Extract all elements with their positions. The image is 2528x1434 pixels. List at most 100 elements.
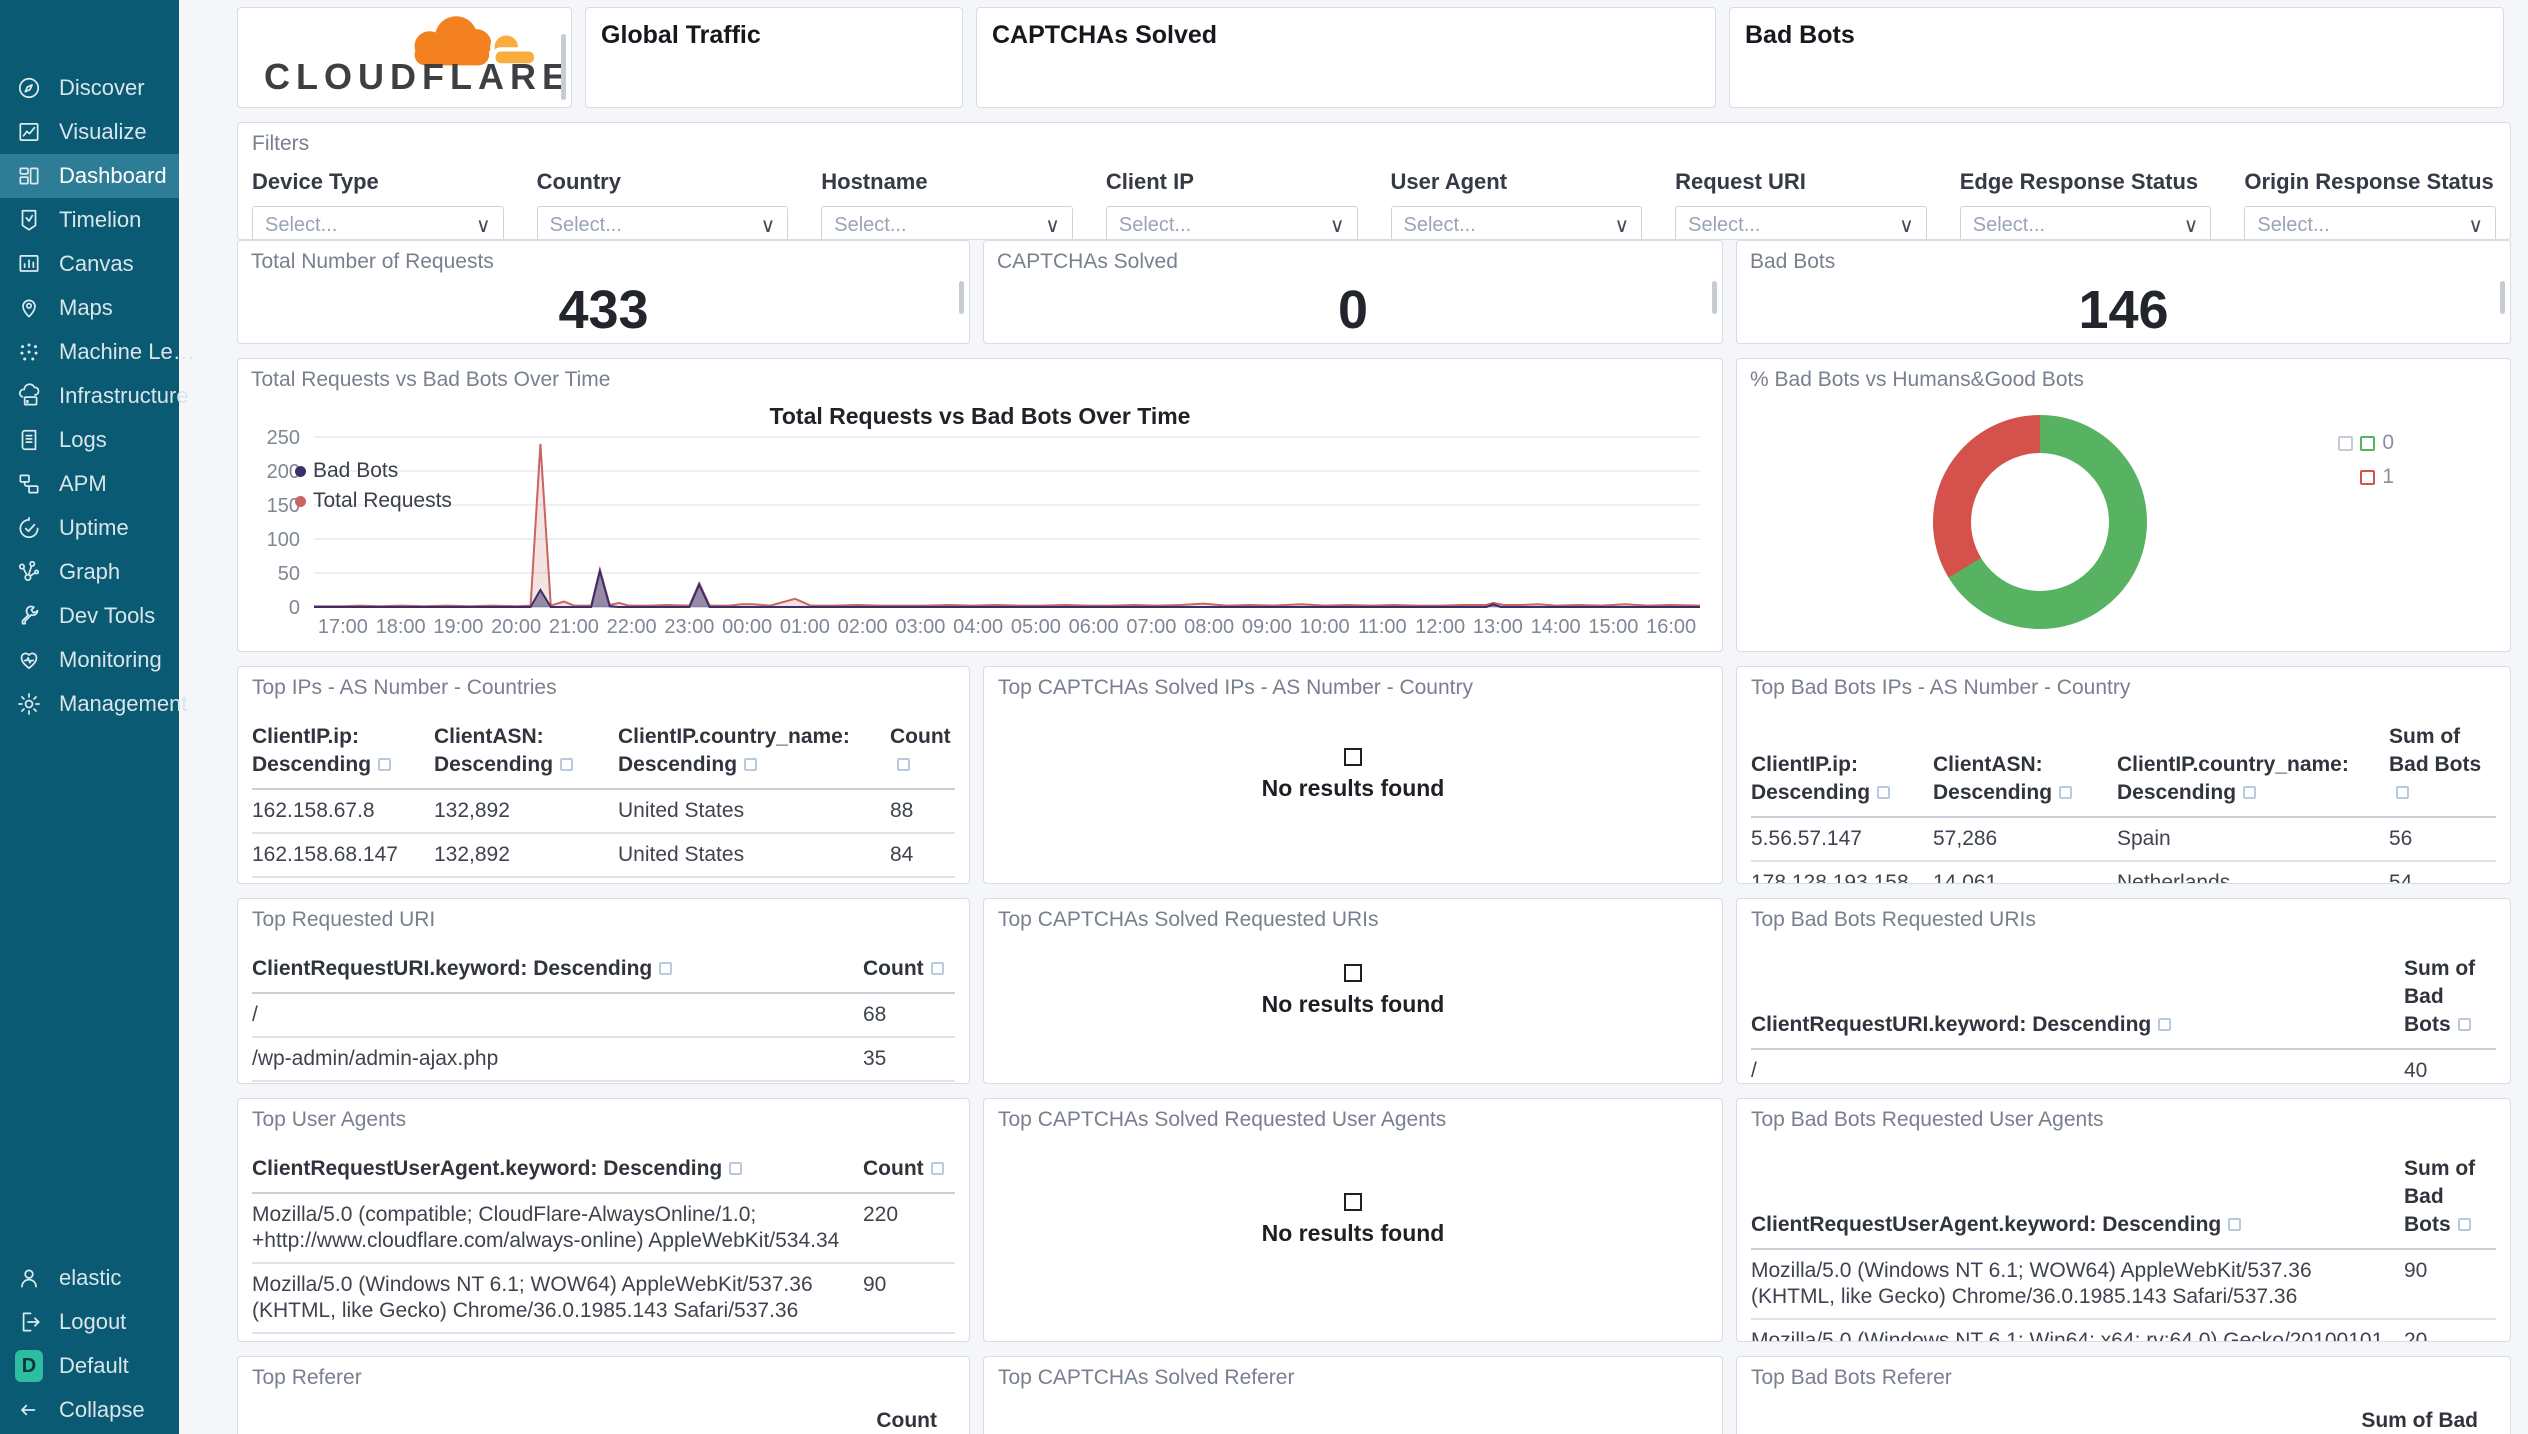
column-header[interactable]: ClientASN: Descending bbox=[434, 723, 618, 790]
legend-square-0[interactable] bbox=[2360, 435, 2376, 451]
svg-text:17:00: 17:00 bbox=[318, 616, 368, 638]
data-table: ClientRequestURI.keyword: Descending Sum … bbox=[1751, 955, 2496, 1083]
filters-panel: Filters Device Type Select... ∨ Country Sele… bbox=[237, 122, 2511, 240]
svg-text:09:00: 09:00 bbox=[1242, 616, 1292, 638]
table-row: /wp-admin/admin-post.php16 bbox=[252, 1081, 955, 1083]
panel-scrollbar[interactable] bbox=[561, 34, 566, 100]
column-header[interactable]: ClientRequestUserAgent.keyword: Descendi… bbox=[252, 1155, 863, 1194]
column-header[interactable]: ClientASN: Descending bbox=[1933, 723, 2117, 818]
tables-row-referers: Top Referer Count Top CAPTCHAs Solved Refe… bbox=[237, 1356, 2511, 1434]
filter-square-icon[interactable] bbox=[659, 962, 673, 975]
filter-select-device-type[interactable]: Select... ∨ bbox=[252, 206, 504, 239]
table-cell: Spain bbox=[618, 877, 890, 883]
filter-square-icon[interactable] bbox=[2243, 786, 2257, 799]
filter-square-icon[interactable] bbox=[2457, 1218, 2471, 1231]
column-header[interactable]: Sum of Bad Bots bbox=[2404, 1155, 2496, 1250]
sidebar-item-discover[interactable]: Discover bbox=[0, 66, 179, 110]
panel-scrollbar[interactable] bbox=[959, 281, 964, 314]
sidebar-item-infrastructure[interactable]: Infrastructure bbox=[0, 374, 189, 418]
panel-top-ips-as-number-countries: Top IPs - AS Number - Countries ClientIP.… bbox=[237, 666, 970, 884]
no-results-label: No results found bbox=[1261, 991, 1445, 1017]
sidebar-item-logs[interactable]: Logs bbox=[0, 418, 179, 462]
apm-icon bbox=[15, 470, 43, 498]
legend-dot bbox=[295, 495, 306, 507]
filter-square-icon[interactable] bbox=[560, 758, 574, 771]
sidebar-item-visualize[interactable]: Visualize bbox=[0, 110, 179, 154]
filter-select-user-agent[interactable]: Select... ∨ bbox=[1390, 206, 1643, 239]
filter-select-client-ip[interactable]: Select... ∨ bbox=[1105, 206, 1358, 239]
sidebar-item-management[interactable]: Management bbox=[0, 682, 187, 726]
filter-square-icon[interactable] bbox=[744, 758, 758, 771]
column-header[interactable]: ClientIP.ip: Descending bbox=[1751, 723, 1933, 818]
column-header[interactable]: Sum of Bad Bots bbox=[2389, 723, 2496, 818]
column-header[interactable]: ClientIP.country_name: Descending bbox=[2117, 723, 2389, 818]
filter-square-icon[interactable] bbox=[897, 758, 910, 771]
line-chart[interactable]: 05010015020025017:00 18:00 19:00 20:00 21:00… bbox=[238, 395, 1722, 652]
sidebar-item-dev-tools[interactable]: Dev Tools bbox=[0, 594, 179, 638]
filter-select-request-uri[interactable]: Select... ∨ bbox=[1675, 206, 1927, 239]
column-header[interactable]: Count bbox=[876, 1409, 937, 1433]
sidebar-item-default[interactable]: D Default bbox=[0, 1344, 179, 1388]
sidebar-item-machine-le[interactable]: Machine Le… bbox=[0, 330, 195, 374]
legend-unselect-square[interactable] bbox=[2338, 435, 2354, 451]
column-header-label: Sum of Bad Bots bbox=[2389, 725, 2482, 776]
panel-scrollbar[interactable] bbox=[2500, 281, 2505, 314]
legend-item-bad-bots[interactable]: Bad Bots bbox=[295, 456, 452, 486]
column-header[interactable]: ClientIP.country_name: Descending bbox=[618, 723, 890, 790]
column-header[interactable]: Count bbox=[890, 723, 955, 790]
column-header-label: ClientASN: Descending bbox=[434, 725, 554, 776]
sidebar-item-collapse[interactable]: Collapse bbox=[0, 1388, 179, 1432]
sidebar-item-graph[interactable]: Graph bbox=[0, 550, 179, 594]
filter-square-icon[interactable] bbox=[2396, 786, 2409, 799]
filter-square-icon[interactable] bbox=[378, 758, 392, 771]
dashboard-content: CLOUDFLARE® Global Traffic CAPTCHAs Solv… bbox=[179, 0, 2528, 1434]
panel-scrollbar[interactable] bbox=[1712, 281, 1717, 314]
sidebar-item-apm[interactable]: APM bbox=[0, 462, 179, 506]
sidebar-item-maps[interactable]: Maps bbox=[0, 286, 179, 330]
filter-square-icon[interactable] bbox=[930, 962, 944, 975]
table-cell: Mozilla/5.0 (Windows NT 6.1; WOW64) Appl… bbox=[1751, 1249, 2404, 1320]
filter-square-icon[interactable] bbox=[729, 1162, 743, 1175]
panel-donut-chart: % Bad Bots vs Humans&Good Bots 01 bbox=[1736, 358, 2511, 652]
table-row: 5.56.57.14757,286Spain56 bbox=[1751, 817, 2496, 862]
column-header[interactable]: Sum of Bad Bots bbox=[2404, 955, 2496, 1050]
filter-select-country[interactable]: Select... ∨ bbox=[536, 206, 789, 239]
sidebar-item-timelion[interactable]: Timelion bbox=[0, 198, 179, 242]
filter-select-hostname[interactable]: Select... ∨ bbox=[821, 206, 1073, 239]
legend-square-1[interactable] bbox=[2360, 469, 2376, 485]
table-cell: Mozilla/5.0 (Windows NT 6.1; WOW64) Appl… bbox=[252, 1263, 863, 1334]
column-header[interactable]: Count bbox=[863, 955, 955, 994]
filter-select-edge-response-status[interactable]: Select... ∨ bbox=[1959, 206, 2212, 239]
legend-item-total-requests[interactable]: Total Requests bbox=[295, 486, 452, 516]
filter-square-icon[interactable] bbox=[2457, 1018, 2471, 1031]
panel-top-user-agents: Top User Agents ClientRequestUserAgent.ke… bbox=[237, 1098, 970, 1342]
filter-square-icon[interactable] bbox=[2059, 786, 2073, 799]
data-table: ClientRequestUserAgent.keyword: Descendi… bbox=[1751, 1155, 2496, 1341]
table-cell: / bbox=[252, 993, 863, 1038]
sidebar-item-dashboard[interactable]: Dashboard bbox=[0, 154, 179, 198]
svg-text:11:00: 11:00 bbox=[1358, 616, 1407, 638]
table-cell: United States bbox=[618, 789, 890, 834]
column-header[interactable]: Sum of Bad bbox=[2361, 1409, 2478, 1433]
column-header[interactable]: ClientRequestURI.keyword: Descending bbox=[1751, 955, 2404, 1050]
filter-select-origin-response-status[interactable]: Select... ∨ bbox=[2244, 206, 2496, 239]
chevron-down-icon: ∨ bbox=[475, 214, 491, 237]
filter-square-icon[interactable] bbox=[1877, 786, 1891, 799]
column-header[interactable]: ClientRequestUserAgent.keyword: Descendi… bbox=[1751, 1155, 2404, 1250]
filter-client-ip: Client IP Select... ∨ bbox=[1105, 169, 1358, 239]
column-header[interactable]: Count bbox=[863, 1155, 955, 1194]
sidebar-item-monitoring[interactable]: Monitoring bbox=[0, 638, 179, 682]
column-header[interactable]: ClientIP.ip: Descending bbox=[252, 723, 434, 790]
donut-chart[interactable] bbox=[1933, 415, 2147, 629]
svg-text:06:00: 06:00 bbox=[1069, 616, 1119, 638]
header-panels-row: CLOUDFLARE® Global Traffic CAPTCHAs Solv… bbox=[237, 7, 2511, 108]
sidebar-item-elastic[interactable]: elastic bbox=[0, 1256, 179, 1300]
sidebar-item-uptime[interactable]: Uptime bbox=[0, 506, 179, 550]
line-chart-legend: Bad Bots Total Requests bbox=[295, 456, 452, 516]
sidebar-item-logout[interactable]: Logout bbox=[0, 1300, 179, 1344]
filter-square-icon[interactable] bbox=[2158, 1018, 2172, 1031]
filter-square-icon[interactable] bbox=[930, 1162, 944, 1175]
filter-square-icon[interactable] bbox=[2228, 1218, 2242, 1231]
sidebar-item-canvas[interactable]: Canvas bbox=[0, 242, 179, 286]
column-header[interactable]: ClientRequestURI.keyword: Descending bbox=[252, 955, 863, 994]
